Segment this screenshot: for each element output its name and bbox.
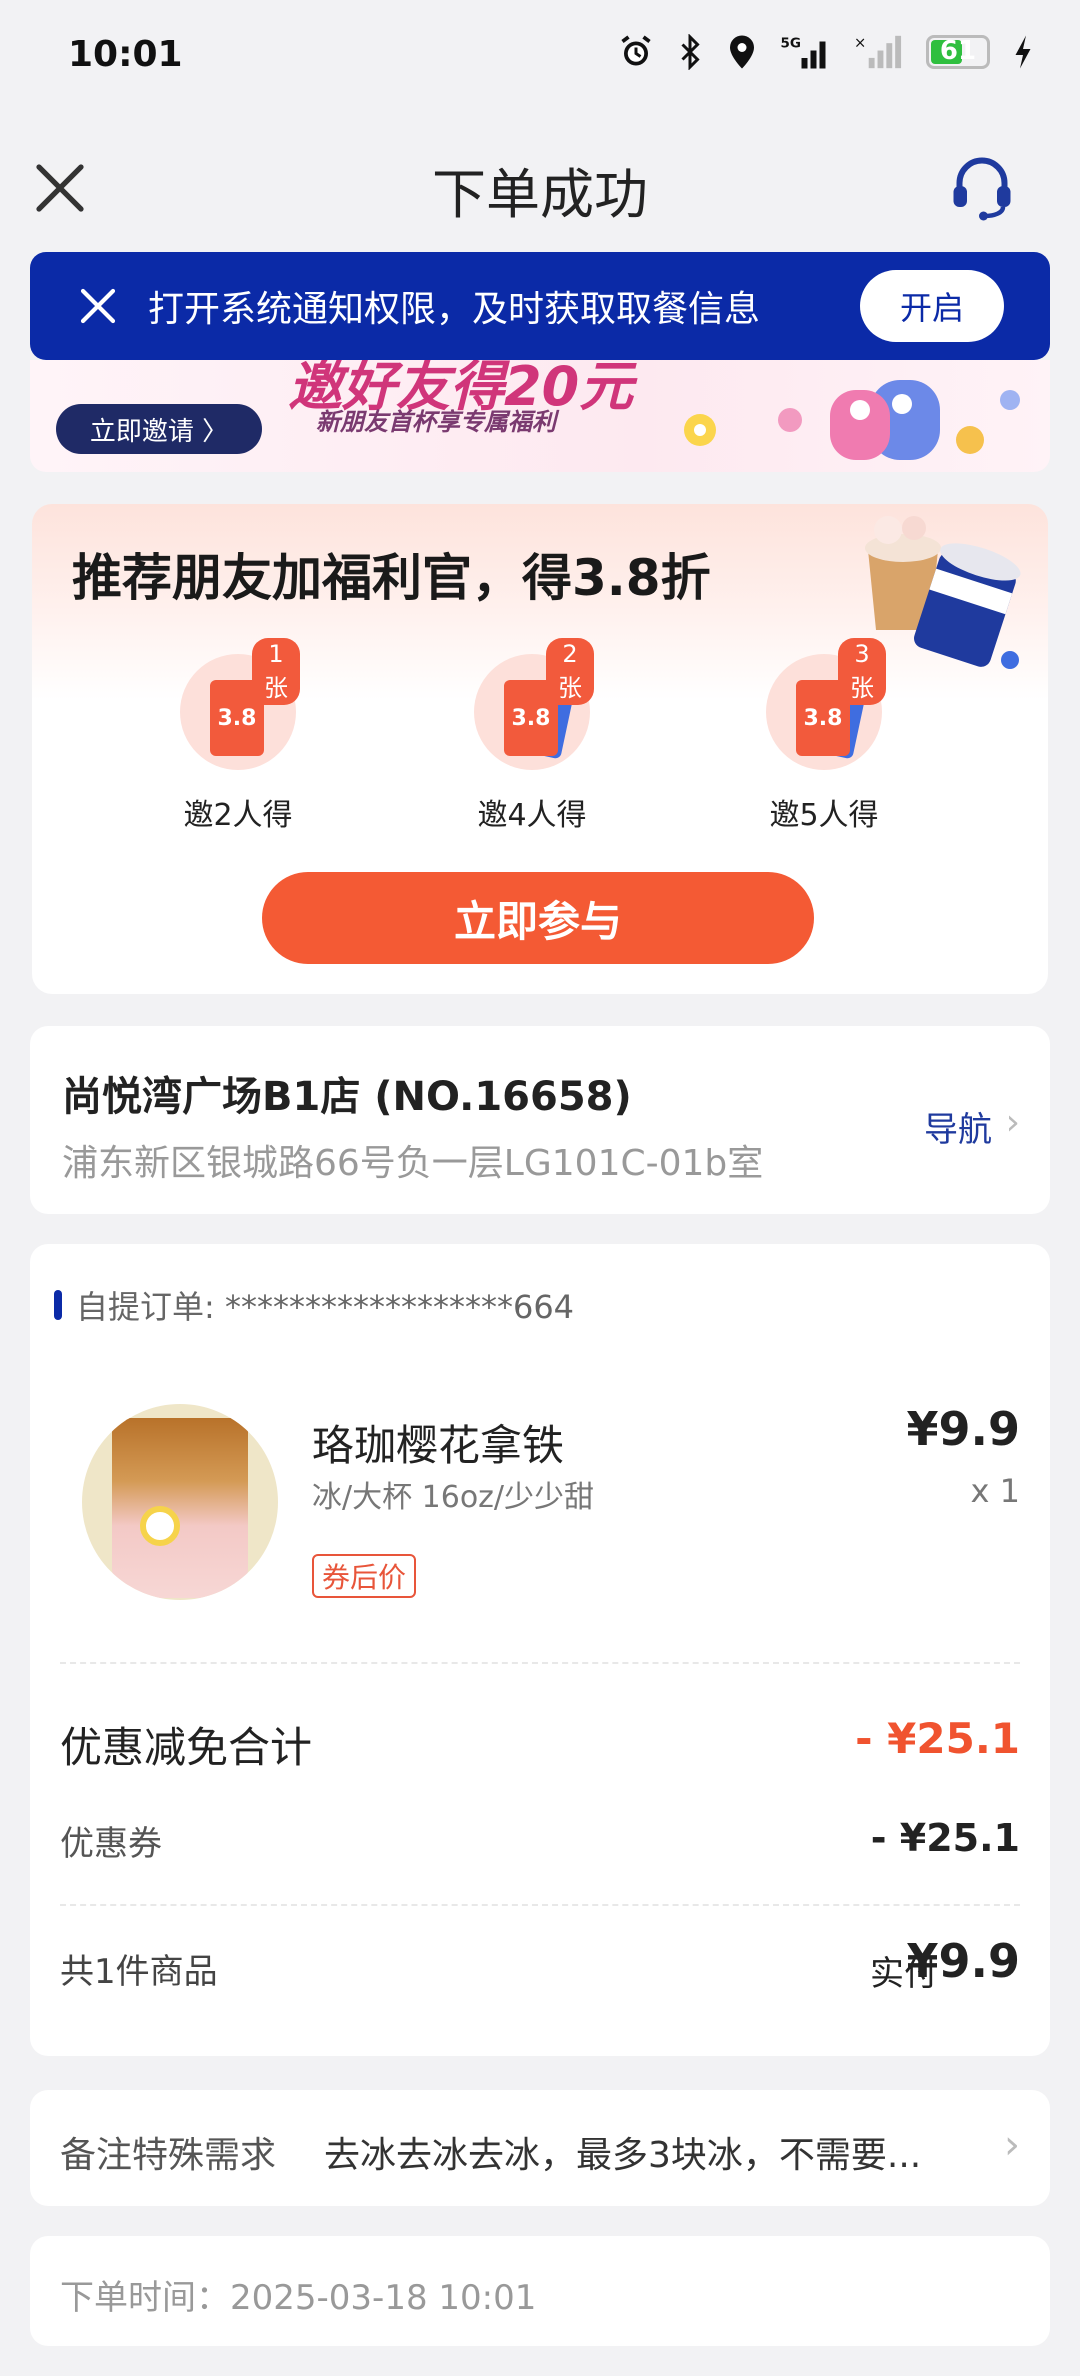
divider bbox=[60, 1662, 1020, 1664]
store-card: 尚悦湾广场B1店 (NO.16658) 浦东新区银城路66号负一层LG101C-… bbox=[30, 1026, 1050, 1214]
ticket-icon: 3.8 2张 bbox=[474, 638, 594, 770]
remark-text: 去冰去冰去冰，最多3块冰，不需要... bbox=[324, 2135, 922, 2176]
discount-total-value: - ¥25.1 bbox=[855, 1714, 1020, 1763]
status-time: 10:01 bbox=[68, 34, 183, 75]
tier-badge: 3张 bbox=[838, 638, 886, 705]
discount-total-label: 优惠减免合计 bbox=[60, 1723, 313, 1772]
svg-text:5G: 5G bbox=[781, 36, 801, 52]
order-time-card: 下单时间：2025-03-18 10:01 bbox=[30, 2236, 1050, 2346]
enable-notification-button[interactable]: 开启 bbox=[860, 270, 1004, 342]
location-icon bbox=[730, 35, 754, 69]
drink-cup bbox=[112, 1418, 248, 1598]
chevron-right-icon[interactable]: › bbox=[1006, 1102, 1020, 1143]
navigation-link[interactable]: 导航 bbox=[924, 1102, 992, 1151]
status-icons: 5G × 61 bbox=[618, 34, 1034, 70]
banner-illustration bbox=[684, 380, 1020, 460]
battery-icon: 61 bbox=[926, 35, 990, 69]
referral-tier-1[interactable]: 3.8 1张 邀2人得 bbox=[118, 638, 358, 834]
signal-5g-icon: 5G bbox=[781, 36, 826, 69]
referral-title: 推荐朋友加福利官，得3.8折 bbox=[72, 549, 711, 607]
bluetooth-icon bbox=[681, 34, 700, 70]
join-now-button[interactable]: 立即参与 bbox=[262, 872, 814, 964]
order-accent-bar bbox=[54, 1290, 62, 1320]
chevron-right-icon[interactable]: › bbox=[1004, 2122, 1020, 2168]
remark-row[interactable]: 备注特殊需求 去冰去冰去冰，最多3块冰，不需要... › bbox=[30, 2090, 1050, 2206]
coupon-value: - ¥25.1 bbox=[870, 1816, 1020, 1860]
invite-friends-banner[interactable]: 邀好友得20元 新朋友首杯享专属福利 立即邀请 〉 bbox=[30, 360, 1050, 472]
referral-tier-3[interactable]: 3.8 3张 邀5人得 bbox=[704, 638, 944, 834]
item-count: 共1件商品 bbox=[60, 1952, 218, 1992]
page-title: 下单成功 bbox=[432, 163, 648, 226]
order-number: 自提订单: ******************664 bbox=[76, 1288, 575, 1326]
remark-label: 备注特殊需求 bbox=[60, 2135, 277, 2176]
tier-label: 邀4人得 bbox=[477, 798, 587, 833]
invite-now-button[interactable]: 立即邀请 〉 bbox=[56, 404, 262, 454]
ticket-icon: 3.8 3张 bbox=[766, 638, 886, 770]
store-address: 浦东新区银城路66号负一层LG101C-01b室 bbox=[62, 1143, 764, 1184]
alarm-icon bbox=[621, 35, 651, 66]
referral-card: 推荐朋友加福利官，得3.8折 3.8 1张 邀2人得 3.8 2张 邀4人得 3… bbox=[32, 504, 1048, 994]
product-image bbox=[82, 1404, 278, 1600]
divider bbox=[60, 1904, 1020, 1906]
product-price: ¥9.9 bbox=[906, 1402, 1021, 1456]
notification-permission-bar: 打开系统通知权限，及时获取取餐信息 开启 bbox=[30, 252, 1050, 360]
product-spec: 冰/大杯 16oz/少少甜 bbox=[312, 1480, 595, 1515]
coupon-label: 优惠券 bbox=[60, 1824, 162, 1864]
order-card: 自提订单: ******************664 珞珈樱花拿铁 冰/大杯 … bbox=[30, 1244, 1050, 2056]
order-time: 下单时间：2025-03-18 10:01 bbox=[60, 2278, 537, 2318]
paid-amount: ¥9.9 bbox=[906, 1934, 1021, 1988]
battery-level: 61 bbox=[939, 36, 977, 66]
signal-icon: × bbox=[854, 35, 902, 69]
charging-icon bbox=[1015, 35, 1031, 69]
notice-text: 打开系统通知权限，及时获取取餐信息 bbox=[148, 289, 761, 330]
tier-label: 邀5人得 bbox=[769, 798, 879, 833]
store-name: 尚悦湾广场B1店 (NO.16658) bbox=[62, 1074, 632, 1120]
coupon-price-tag: 券后价 bbox=[312, 1554, 417, 1598]
tier-label: 邀2人得 bbox=[183, 798, 293, 833]
referral-tier-2[interactable]: 3.8 2张 邀4人得 bbox=[412, 638, 652, 834]
banner-subtitle: 新朋友首杯享专属福利 bbox=[316, 408, 556, 436]
svg-text:×: × bbox=[854, 35, 866, 52]
flower-sticker bbox=[140, 1506, 180, 1546]
tier-badge: 2张 bbox=[546, 638, 594, 705]
product-quantity: x 1 bbox=[970, 1472, 1020, 1510]
ticket-icon: 3.8 1张 bbox=[180, 638, 300, 770]
tier-badge: 1张 bbox=[252, 638, 300, 705]
dismiss-notice-icon[interactable] bbox=[78, 286, 118, 326]
product-name: 珞珈樱花拿铁 bbox=[312, 1421, 565, 1470]
customer-service-icon[interactable] bbox=[946, 150, 1018, 222]
